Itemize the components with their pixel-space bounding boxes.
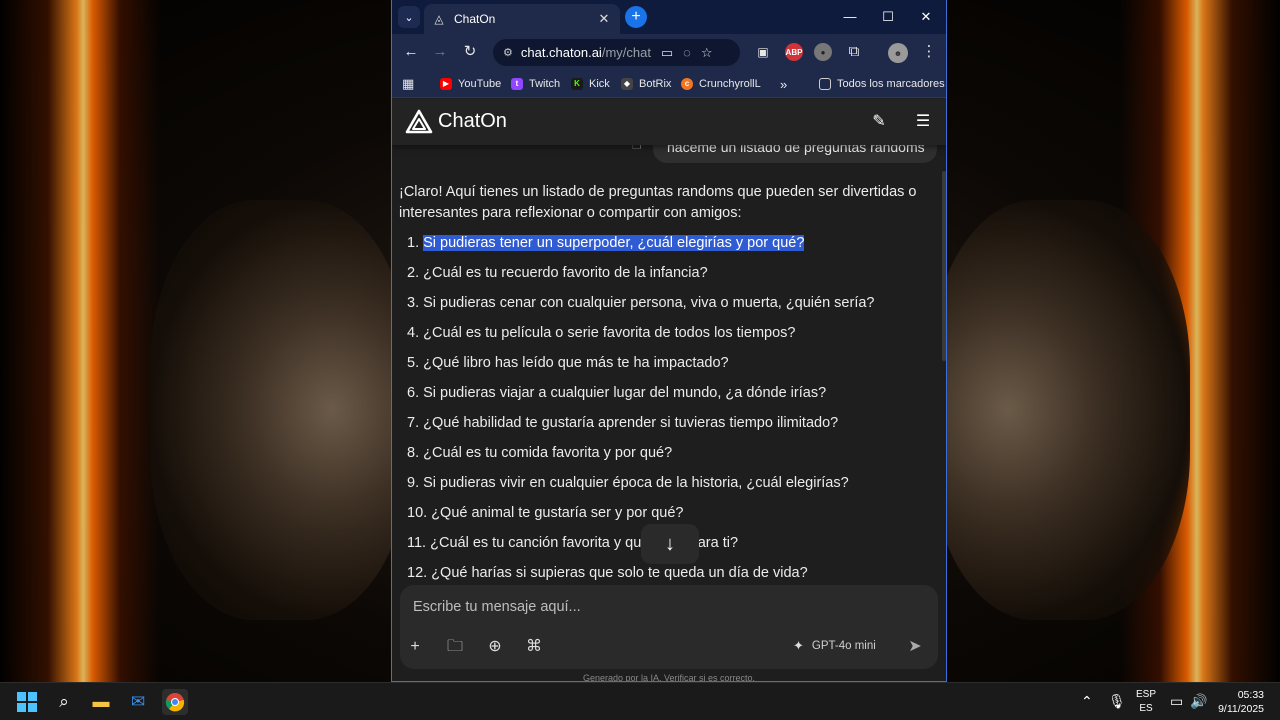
outlook-icon[interactable]: ✉	[125, 689, 151, 715]
bookmark-youtube[interactable]: ▶ YouTube	[440, 76, 501, 92]
message-input[interactable]	[413, 599, 913, 615]
chaton-logo-icon	[405, 109, 433, 134]
tracking-off-icon[interactable]: ◌	[683, 45, 691, 60]
tab-chaton[interactable]: ◬ ChatOn ✕	[424, 4, 620, 34]
network-icon[interactable]: ▭	[1170, 693, 1183, 710]
list-item: 3. Si pudieras cenar con cualquier perso…	[407, 295, 875, 311]
scroll-to-bottom-button[interactable]: ↓	[641, 524, 699, 564]
chrome-taskbar-icon[interactable]	[162, 689, 188, 715]
ai-disclaimer: Generado por la IA. Verificar si es corr…	[582, 673, 756, 682]
list-item: 8. ¿Cuál es tu comida favorita y por qué…	[407, 445, 673, 461]
site-info-icon[interactable]: ⚙	[503, 46, 513, 59]
tools-icon[interactable]: ⌘	[522, 635, 546, 659]
minimize-button[interactable]: —	[840, 7, 860, 27]
clock[interactable]: 05:33 9/11/2025	[1212, 688, 1264, 716]
tab-bar: ⌄ ◬ ChatOn ✕ + — ☐ ✕	[392, 0, 946, 34]
browser-toolbar: ← → ↻ ⚙ chat.chaton.ai/my/chat... ▭ ◌ ☆ …	[392, 34, 946, 70]
language-indicator[interactable]: ESP ES	[1136, 688, 1156, 716]
apps-grid-icon[interactable]: ▦	[402, 76, 414, 92]
list-item: 9. Si pudieras vivir en cualquier época …	[407, 475, 849, 491]
bookmark-kick[interactable]: K Kick	[571, 76, 610, 92]
tab-search-button[interactable]: ⌄	[398, 6, 420, 28]
list-item: 2. ¿Cuál es tu recuerdo favorito de la i…	[407, 265, 708, 281]
bookmark-crunchyroll[interactable]: c CrunchyrollL	[681, 76, 761, 92]
add-attachment-icon[interactable]: +	[403, 635, 427, 659]
chaton-favicon-icon: ◬	[434, 12, 444, 26]
list-item: 5. ¿Qué libro has leído que más te ha im…	[407, 355, 729, 371]
list-item: 4. ¿Cuál es tu película o serie favorita…	[407, 325, 796, 341]
all-bookmarks-folder[interactable]: Todos los marcadores	[819, 76, 945, 92]
tab-close-icon[interactable]: ✕	[596, 11, 612, 27]
folder-icon[interactable]: 🗀	[443, 635, 467, 659]
browser-menu-icon[interactable]: ⋮	[919, 42, 939, 62]
youtube-icon: ▶	[440, 78, 452, 90]
app-name: ChatOn	[438, 110, 507, 132]
app-header: ChatOn ✎ ☰	[392, 99, 946, 145]
selected-text: Si pudieras tener un superpoder, ¿cuál e…	[423, 235, 805, 251]
wallpaper-mech-left	[150, 200, 410, 620]
kick-icon: K	[571, 78, 583, 90]
microphone-icon[interactable]: 🎙	[1108, 693, 1126, 710]
install-app-icon[interactable]: ▭	[661, 45, 673, 61]
file-explorer-icon[interactable]: ▬	[88, 689, 114, 715]
windows-start-icon[interactable]	[14, 689, 40, 715]
bookmarks-bar: ▦ ▶ YouTube t Twitch K Kick ◆ BotRix c C…	[392, 70, 946, 98]
botrix-icon: ◆	[621, 78, 633, 90]
chevron-up-icon[interactable]: ⌃	[1081, 693, 1093, 710]
chaton-page: ChatOn ✎ ☰ ❐ haceme un listado de pregun…	[392, 99, 946, 682]
profile-avatar[interactable]: ☻	[888, 43, 908, 63]
bookmark-twitch[interactable]: t Twitch	[511, 76, 560, 92]
taskbar: ⌕ ▬ ✉ ⌃ 🎙 ESP ES ▭ 🔊 05:33 9/11/2025	[0, 682, 1280, 720]
twitch-icon: t	[511, 78, 523, 90]
list-item: 6. Si pudieras viajar a cualquier lugar …	[407, 385, 827, 401]
bookmark-botrix[interactable]: ◆ BotRix	[621, 76, 671, 92]
new-tab-button[interactable]: +	[625, 6, 647, 28]
list-item: 7. ¿Qué habilidad te gustaría aprender s…	[407, 415, 839, 431]
url-text: chat.chaton.ai/my/chat...	[520, 45, 651, 60]
volume-icon[interactable]: 🔊	[1190, 693, 1207, 710]
wallpaper-mech-right	[930, 200, 1190, 620]
hamburger-menu-icon[interactable]: ☰	[910, 109, 936, 135]
message-composer: + 🗀 ⊕ ⌘ ✦ GPT-4o mini ➤	[400, 585, 938, 669]
more-bookmarks-icon[interactable]: »	[780, 76, 787, 92]
extension-round-icon[interactable]: ●	[814, 43, 832, 61]
web-search-globe-icon[interactable]: ⊕	[483, 635, 507, 659]
bookmark-star-icon[interactable]: ☆	[701, 45, 713, 61]
adblock-plus-icon[interactable]: ABP	[785, 43, 803, 61]
tab-title: ChatOn	[454, 12, 496, 26]
assistant-reply-intro: ¡Claro! Aquí tienes un listado de pregun…	[399, 184, 917, 221]
extensions-puzzle-icon[interactable]: ⧉	[844, 42, 864, 62]
model-selector[interactable]: ✦ GPT-4o mini	[793, 633, 876, 659]
sparkle-icon: ✦	[793, 638, 804, 653]
send-icon[interactable]: ➤	[901, 633, 929, 661]
new-chat-icon[interactable]: ✎	[866, 109, 892, 135]
close-window-button[interactable]: ✕	[916, 7, 936, 27]
reload-icon[interactable]: ↻	[460, 42, 480, 62]
folder-icon	[819, 78, 831, 90]
address-bar[interactable]: ⚙ chat.chaton.ai/my/chat... ▭ ◌ ☆	[493, 39, 740, 66]
browser-window: ⌄ ◬ ChatOn ✕ + — ☐ ✕ ← → ↻ ⚙ chat.chaton…	[391, 0, 947, 682]
maximize-button[interactable]: ☐	[878, 7, 898, 27]
back-icon[interactable]: ←	[401, 42, 421, 62]
chat-scrollbar[interactable]	[942, 171, 946, 361]
wallpaper-fire-left	[0, 0, 160, 682]
crunchyroll-icon: c	[681, 78, 693, 90]
list-item: 1. Si pudieras tener un superpoder, ¿cuá…	[407, 235, 805, 251]
forward-icon[interactable]: →	[430, 42, 450, 62]
media-extension-icon[interactable]: ▣	[753, 42, 773, 62]
search-icon[interactable]: ⌕	[51, 689, 77, 715]
